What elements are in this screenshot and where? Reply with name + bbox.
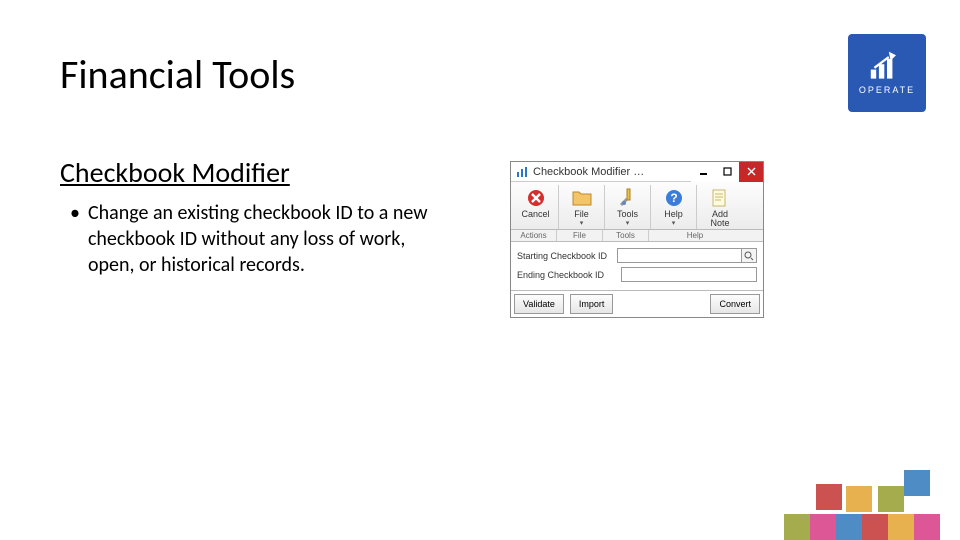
- cancel-icon: [525, 187, 547, 209]
- folder-icon: [571, 187, 593, 209]
- form-area: Starting Checkbook ID Ending Checkbook I…: [511, 242, 763, 290]
- svg-text:?: ?: [670, 191, 677, 205]
- validate-button[interactable]: Validate: [514, 294, 564, 314]
- ending-id-field: Ending Checkbook ID: [517, 267, 757, 282]
- help-menu-button[interactable]: ? Help ▾: [651, 185, 697, 229]
- bullet-dot: •: [70, 200, 80, 278]
- window-titlebar[interactable]: Checkbook Modifier …: [511, 162, 763, 182]
- note-label: Note: [710, 219, 729, 228]
- starting-id-label: Starting Checkbook ID: [517, 251, 617, 261]
- button-row: Validate Import Convert: [511, 290, 763, 317]
- cancel-button[interactable]: Cancel: [513, 185, 559, 229]
- bullet-list: • Change an existing checkbook ID to a n…: [70, 200, 450, 278]
- ribbon-group-help: Help: [649, 230, 741, 241]
- file-label: File: [574, 210, 589, 219]
- chart-arrow-icon: [869, 51, 905, 81]
- bullet-item: • Change an existing checkbook ID to a n…: [70, 200, 450, 278]
- tools-icon: [617, 187, 639, 209]
- ribbon-group-labels: Actions File Tools Help: [511, 230, 763, 242]
- file-menu-button[interactable]: File ▾: [559, 185, 605, 229]
- ending-id-input[interactable]: [621, 267, 757, 282]
- checkbook-modifier-window: Checkbook Modifier … Cancel: [510, 161, 764, 318]
- ending-id-label: Ending Checkbook ID: [517, 270, 621, 280]
- cancel-label: Cancel: [521, 210, 549, 219]
- window-minimize-button[interactable]: [691, 162, 715, 182]
- ribbon-group-file: File: [557, 230, 603, 241]
- window-maximize-button[interactable]: [715, 162, 739, 182]
- tools-label: Tools: [617, 210, 638, 219]
- starting-id-field: Starting Checkbook ID: [517, 248, 757, 263]
- search-icon: [744, 251, 754, 261]
- note-icon: [709, 187, 731, 209]
- slide-title: Financial Tools: [60, 50, 295, 99]
- operate-badge: OPERATE: [848, 34, 926, 112]
- help-label: Help: [664, 210, 683, 219]
- ribbon-group-tools: Tools: [603, 230, 649, 241]
- add-note-button[interactable]: Add Note: [697, 185, 743, 229]
- ribbon-group-actions: Actions: [511, 230, 557, 241]
- app-icon: [515, 165, 529, 179]
- slide-subtitle: Checkbook Modifier: [60, 155, 290, 190]
- chevron-down-icon: ▾: [626, 219, 630, 227]
- import-button[interactable]: Import: [570, 294, 614, 314]
- decorative-blocks: [760, 460, 960, 540]
- bullet-text: Change an existing checkbook ID to a new…: [88, 200, 450, 278]
- window-title: Checkbook Modifier …: [533, 166, 691, 178]
- starting-id-input[interactable]: [617, 248, 742, 263]
- help-icon: ?: [663, 187, 685, 209]
- ribbon-toolbar: Cancel File ▾ Tools ▾ ? Help: [511, 182, 763, 230]
- badge-label: OPERATE: [859, 85, 915, 95]
- chevron-down-icon: ▾: [672, 219, 676, 227]
- starting-id-lookup-button[interactable]: [742, 248, 757, 263]
- chevron-down-icon: ▾: [580, 219, 584, 227]
- tools-menu-button[interactable]: Tools ▾: [605, 185, 651, 229]
- convert-button[interactable]: Convert: [710, 294, 760, 314]
- window-close-button[interactable]: [739, 162, 763, 182]
